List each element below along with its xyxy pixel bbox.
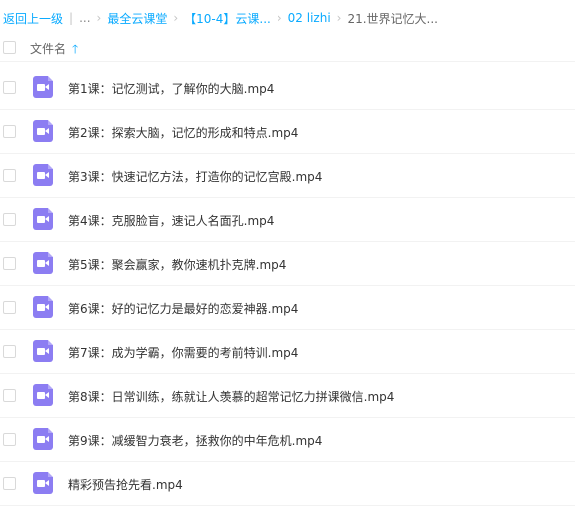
column-header-label: 文件名 [30, 42, 67, 56]
file-name[interactable]: 第3课：快速记忆方法，打造你的记忆宫殿.mp4 [68, 168, 322, 185]
list-item[interactable]: 第2课：探索大脑，记忆的形成和特点.mp4 [0, 110, 575, 154]
column-header-filename[interactable]: 文件名 🡑 [30, 40, 78, 57]
video-file-icon [33, 120, 53, 142]
row-checkbox[interactable] [3, 125, 16, 138]
breadcrumb: 返回上一级 | ... › 最全云课堂 › 【10-4】云课... › 02 l… [3, 10, 575, 26]
file-name[interactable]: 第2课：探索大脑，记忆的形成和特点.mp4 [68, 124, 298, 141]
video-file-icon [33, 472, 53, 494]
breadcrumb-chevron: › [173, 11, 179, 25]
breadcrumb-current: 21.世界记忆大... [347, 11, 438, 26]
breadcrumb-ellipsis[interactable]: ... [79, 11, 90, 25]
row-checkbox[interactable] [3, 389, 16, 402]
video-file-icon [33, 252, 53, 274]
video-file-icon [33, 164, 53, 186]
list-item[interactable]: 第9课：减缓智力衰老，拯救你的中年危机.mp4 [0, 418, 575, 462]
video-file-icon [33, 208, 53, 230]
file-name[interactable]: 第5课：聚会赢家，教你速机扑克牌.mp4 [68, 256, 286, 273]
row-checkbox[interactable] [3, 257, 16, 270]
video-file-icon [33, 428, 53, 450]
video-file-icon [33, 384, 53, 406]
select-all-checkbox[interactable] [3, 41, 16, 54]
row-checkbox[interactable] [3, 345, 16, 358]
video-file-icon [33, 296, 53, 318]
file-name[interactable]: 第1课：记忆测试，了解你的大脑.mp4 [68, 80, 274, 97]
list-item[interactable]: 第4课：克服脸盲，速记人名面孔.mp4 [0, 198, 575, 242]
breadcrumb-chevron: › [96, 11, 102, 25]
video-file-icon [33, 76, 53, 98]
row-checkbox[interactable] [3, 169, 16, 182]
row-checkbox[interactable] [3, 433, 16, 446]
list-item[interactable]: 第5课：聚会赢家，教你速机扑克牌.mp4 [0, 242, 575, 286]
file-name[interactable]: 第4课：克服脸盲，速记人名面孔.mp4 [68, 212, 274, 229]
file-name[interactable]: 第9课：减缓智力衰老，拯救你的中年危机.mp4 [68, 432, 322, 449]
file-name[interactable]: 精彩预告抢先看.mp4 [68, 476, 183, 493]
row-checkbox[interactable] [3, 81, 16, 94]
back-link[interactable]: 返回上一级 [3, 10, 63, 26]
video-file-icon [33, 340, 53, 362]
breadcrumb-item[interactable]: 02 lizhi [288, 11, 331, 25]
breadcrumb-chevron: › [336, 11, 342, 25]
list-item[interactable]: 第1课：记忆测试，了解你的大脑.mp4 [0, 66, 575, 110]
list-item[interactable]: 精彩预告抢先看.mp4 [0, 462, 575, 506]
list-item[interactable]: 第8课：日常训练，练就让人羡慕的超常记忆力拼课微信.mp4 [0, 374, 575, 418]
breadcrumb-separator: | [69, 11, 74, 25]
file-name[interactable]: 第6课：好的记忆力是最好的恋爱神器.mp4 [68, 300, 298, 317]
row-checkbox[interactable] [3, 213, 16, 226]
list-item[interactable]: 第7课：成为学霸，你需要的考前特训.mp4 [0, 330, 575, 374]
breadcrumb-item[interactable]: 最全云课堂 [107, 10, 167, 26]
list-header: 文件名 🡑 [0, 33, 575, 62]
breadcrumb-chevron: › [276, 11, 282, 25]
file-name[interactable]: 第8课：日常训练，练就让人羡慕的超常记忆力拼课微信.mp4 [68, 388, 394, 405]
file-list: 第1课：记忆测试，了解你的大脑.mp4 第2课：探索大脑，记忆的形成和特点.mp… [0, 66, 575, 506]
file-name[interactable]: 第7课：成为学霸，你需要的考前特训.mp4 [68, 344, 298, 361]
row-checkbox[interactable] [3, 477, 16, 490]
row-checkbox[interactable] [3, 301, 16, 314]
list-item[interactable]: 第3课：快速记忆方法，打造你的记忆宫殿.mp4 [0, 154, 575, 198]
list-item[interactable]: 第6课：好的记忆力是最好的恋爱神器.mp4 [0, 286, 575, 330]
breadcrumb-item[interactable]: 【10-4】云课... [184, 10, 271, 26]
arrow-up-icon: 🡑 [72, 41, 79, 56]
